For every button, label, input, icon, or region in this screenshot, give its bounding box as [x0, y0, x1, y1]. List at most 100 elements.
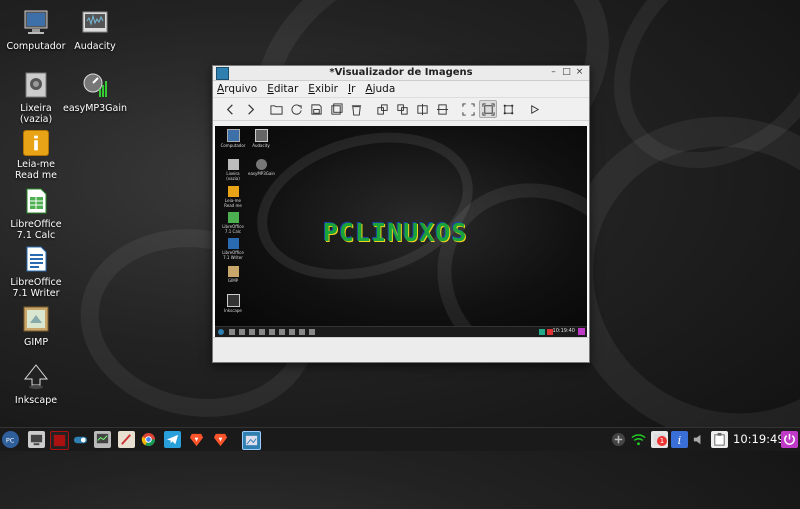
zoom-original-icon: [481, 102, 495, 116]
slideshow-button[interactable]: [525, 100, 543, 118]
desktop-icon-libreoffice-writer[interactable]: LibreOffice 7.1 Writer: [1, 244, 71, 299]
pclinuxos-logo-text: PCLINUXOS: [323, 218, 468, 247]
folder-icon: [269, 104, 283, 115]
mini-desktop-icon: Leia-me Read me: [220, 186, 246, 208]
zoom-fit-button[interactable]: [459, 100, 477, 118]
save-as-button[interactable]: [327, 100, 345, 118]
desktop-icon-label: easyMP3Gain: [62, 103, 128, 114]
inkscape-icon: [21, 362, 51, 392]
save-button[interactable]: [307, 100, 325, 118]
mini-taskbar-clock: 10:19:40: [552, 328, 575, 334]
taskbar-clock[interactable]: 10:19:49: [733, 432, 785, 446]
menu-editar[interactable]: Editar: [267, 83, 298, 95]
computer-icon: [21, 8, 51, 38]
desktop-icon-gimp[interactable]: GIMP: [1, 304, 71, 348]
mini-desktop-icon: GIMP: [220, 266, 246, 283]
power-button[interactable]: [781, 431, 798, 448]
brave-icon: [189, 433, 204, 447]
libreoffice-calc-icon: [21, 186, 51, 216]
taskbar-terminal-button[interactable]: [50, 431, 69, 450]
start-menu-button[interactable]: PC: [2, 431, 19, 448]
taskbar-toggle-button[interactable]: [72, 431, 89, 448]
toggle-icon: [73, 436, 88, 444]
terminal-icon: [53, 434, 66, 447]
menu-ir[interactable]: Ir: [348, 83, 355, 95]
clipboard-button[interactable]: [711, 431, 728, 448]
menu-arquivo[interactable]: Arquivo: [217, 83, 257, 95]
crop-icon: [503, 104, 513, 114]
maximize-button[interactable]: □: [561, 67, 572, 78]
desktop-icon-label: Audacity: [74, 41, 116, 52]
plus-circle-icon: [611, 432, 626, 447]
taskbar: PC 1 i 10:19:49: [0, 427, 800, 451]
taskbar-image-viewer-button[interactable]: [242, 431, 261, 450]
taskbar-monitor-button[interactable]: [94, 431, 111, 448]
text-editor-icon: [121, 434, 131, 445]
window-title: *Visualizador de Imagens: [329, 67, 473, 78]
taskbar-editor-button[interactable]: [118, 431, 135, 448]
crop-button[interactable]: [499, 100, 517, 118]
flip-vertical-icon: [436, 103, 448, 115]
close-button[interactable]: ×: [574, 67, 585, 78]
svg-text:PC: PC: [6, 436, 15, 444]
libreoffice-writer-icon: [21, 244, 51, 274]
telegram-icon: [166, 434, 179, 445]
add-widget-button[interactable]: [610, 431, 627, 448]
mini-desktop-icon: Inkscape: [220, 294, 246, 313]
toolbar: [213, 98, 589, 121]
delete-button[interactable]: [347, 100, 365, 118]
mini-desktop-icon: Computador: [220, 129, 246, 148]
pclinuxos-icon: PC: [6, 436, 15, 444]
rotate-right-icon: [396, 103, 408, 115]
flip-horizontal-button[interactable]: [413, 100, 431, 118]
gimp-icon: [21, 304, 51, 334]
info-icon: i: [678, 434, 682, 447]
window-titlebar[interactable]: *Visualizador de Imagens – □ ×: [213, 66, 589, 81]
taskbar-brave-window-button[interactable]: [212, 431, 229, 448]
taskbar-chrome-button[interactable]: [140, 431, 157, 448]
chevron-left-icon: [226, 103, 233, 115]
zoom-original-button[interactable]: [479, 100, 497, 118]
minimize-button[interactable]: –: [548, 67, 559, 78]
desktop-icon-inkscape[interactable]: Inkscape: [1, 362, 71, 406]
flip-horizontal-icon: [416, 103, 428, 115]
taskbar-brave-button[interactable]: [188, 431, 205, 448]
menu-ajuda[interactable]: Ajuda: [365, 83, 395, 95]
rotate-left-button[interactable]: [373, 100, 391, 118]
network-button[interactable]: [630, 431, 647, 448]
image-display-area[interactable]: Computador Audacity Lixeira (vazia) easy…: [213, 126, 589, 337]
previous-button[interactable]: [221, 100, 239, 118]
taskbar-telegram-button[interactable]: [164, 431, 181, 448]
svg-text:i: i: [678, 434, 682, 447]
reload-button[interactable]: [287, 100, 305, 118]
next-button[interactable]: [241, 100, 259, 118]
speaker-icon: [693, 434, 701, 445]
system-monitor-icon: [96, 433, 109, 444]
info-button[interactable]: i: [671, 431, 688, 448]
desktop-icon-leia-me[interactable]: Leia-me Read me: [1, 130, 71, 181]
notification-count-badge: 1: [657, 436, 667, 446]
desktop-icon-easymp3gain[interactable]: easyMP3Gain: [60, 70, 130, 114]
displayed-image: Computador Audacity Lixeira (vazia) easy…: [215, 126, 587, 337]
desktop-icon-audacity[interactable]: Audacity: [60, 8, 130, 52]
image-viewer-window[interactable]: *Visualizador de Imagens – □ × Arquivo E…: [212, 65, 590, 363]
volume-button[interactable]: [691, 431, 708, 448]
open-folder-button[interactable]: [267, 100, 285, 118]
flip-vertical-button[interactable]: [433, 100, 451, 118]
chevron-right-icon: [247, 103, 254, 115]
updates-button[interactable]: 1: [651, 431, 668, 448]
computer-icon: [30, 434, 43, 446]
statusbar: [213, 337, 589, 362]
clipboard-icon: [714, 432, 725, 446]
audacity-icon: [80, 8, 110, 38]
save-icon: [310, 103, 322, 115]
image-viewer-icon: [245, 435, 258, 446]
reload-icon: [290, 104, 302, 115]
save-as-icon: [330, 102, 343, 115]
menu-exibir[interactable]: Exibir: [308, 83, 338, 95]
desktop-icon-label: LibreOffice 7.1 Calc: [10, 219, 62, 241]
rotate-right-button[interactable]: [393, 100, 411, 118]
taskbar-computer-button[interactable]: [28, 431, 45, 448]
mini-desktop-icon: Lixeira (vazia): [220, 159, 246, 181]
desktop-icon-libreoffice-calc[interactable]: LibreOffice 7.1 Calc: [1, 186, 71, 241]
